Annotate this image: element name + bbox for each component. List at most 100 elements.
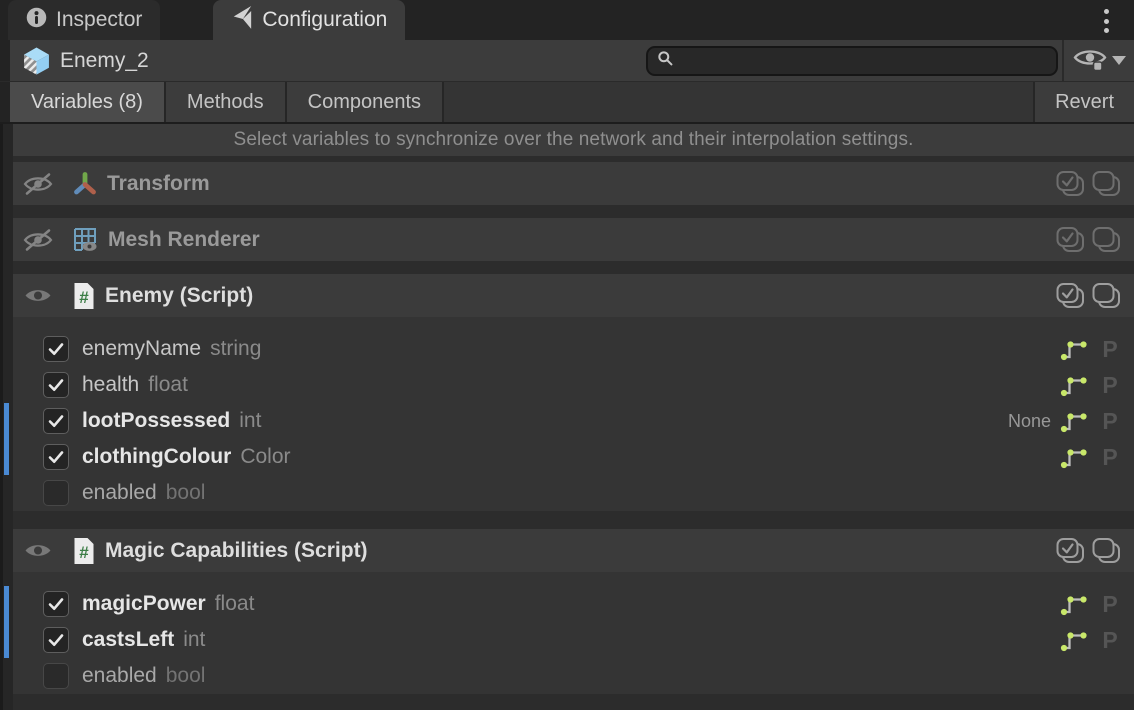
component-name: Enemy (Script) [105, 284, 253, 308]
tab-configuration[interactable]: Configuration [213, 0, 405, 40]
variable-name: clothingColour [82, 445, 231, 469]
variable-row-enabled: enabled bool [13, 475, 1134, 511]
variable-type: Color [240, 445, 290, 469]
tab-variables-label: Variables (8) [31, 91, 143, 114]
mesh-renderer-icon [72, 226, 99, 253]
sync-graph-icon[interactable] [1060, 592, 1088, 616]
variable-checkbox[interactable] [43, 444, 69, 470]
tab-components[interactable]: Components [287, 82, 444, 122]
toolbar: Variables (8) Methods Components Revert [0, 82, 1134, 124]
deselect-all-checkbox-icon[interactable] [1091, 226, 1122, 254]
prefab-cube-icon [22, 47, 51, 75]
variable-type: float [148, 373, 188, 397]
component-name: Mesh Renderer [108, 228, 260, 252]
tab-variables[interactable]: Variables (8) [10, 82, 166, 122]
variable-checkbox[interactable] [43, 591, 69, 617]
variable-type: bool [166, 664, 206, 688]
deselect-all-checkbox-icon[interactable] [1091, 282, 1122, 310]
caret-down-icon [1112, 56, 1126, 65]
variable-row-enemyname: enemyNamestringP [13, 331, 1134, 367]
component-header-actions [1055, 226, 1122, 254]
variable-type: string [210, 337, 261, 361]
deselect-all-checkbox-icon[interactable] [1091, 537, 1122, 565]
variable-row-clothingcolour: clothingColour Color P [13, 439, 1134, 475]
variable-checkbox[interactable] [43, 663, 69, 689]
eye-off-icon[interactable] [21, 172, 55, 196]
selection-indicator-bar [4, 439, 9, 475]
variable-type: float [215, 592, 255, 616]
interpolation-value-label[interactable]: None [1008, 411, 1051, 432]
variable-name: lootPossessed [82, 409, 230, 433]
selection-indicator-bar [4, 586, 9, 622]
selection-indicator-bar [4, 403, 9, 439]
prediction-toggle[interactable]: P [1100, 336, 1120, 363]
kebab-menu-icon[interactable] [1096, 8, 1116, 34]
sync-graph-icon[interactable] [1060, 445, 1088, 469]
component-name: Magic Capabilities (Script) [105, 539, 368, 563]
prediction-toggle[interactable]: P [1100, 591, 1120, 618]
revert-button[interactable]: Revert [1033, 82, 1134, 122]
variable-row-lootpossessed: lootPossessed int None P [13, 403, 1134, 439]
window-tab-bar: Inspector Configuration [0, 0, 1134, 40]
variable-row-controls: P [1060, 372, 1120, 399]
visibility-dropdown[interactable] [1062, 40, 1134, 81]
variable-type: bool [166, 481, 206, 505]
eye-open-icon[interactable] [21, 284, 55, 307]
variable-row-enabled: enabled bool [13, 658, 1134, 694]
eye-off-icon[interactable] [21, 228, 55, 252]
hint-bar: Select variables to synchronize over the… [13, 124, 1134, 156]
variable-row-controls: P [1060, 627, 1120, 654]
tab-configuration-label: Configuration [262, 8, 387, 32]
revert-button-label: Revert [1055, 91, 1114, 114]
sync-graph-icon[interactable] [1060, 373, 1088, 397]
csharp-script-icon: # [72, 537, 96, 565]
component-header-actions [1055, 170, 1122, 198]
eye-visibility-icon [1073, 45, 1107, 77]
prediction-toggle[interactable]: P [1100, 408, 1120, 435]
search-input[interactable] [680, 51, 1040, 71]
search-box[interactable] [646, 46, 1058, 76]
sync-graph-icon[interactable] [1060, 628, 1088, 652]
select-all-checkbox-icon[interactable] [1055, 537, 1086, 565]
object-name: Enemy_2 [60, 49, 149, 73]
section-gap [13, 205, 1134, 218]
hint-text: Select variables to synchronize over the… [234, 129, 914, 151]
sync-graph-icon[interactable] [1060, 337, 1088, 361]
component-header-enemy-script: # Enemy (Script) [13, 274, 1134, 317]
tab-inspector[interactable]: Inspector [8, 0, 160, 40]
variable-checkbox[interactable] [43, 627, 69, 653]
variable-checkbox[interactable] [43, 336, 69, 362]
eye-open-icon[interactable] [21, 539, 55, 562]
select-all-checkbox-icon[interactable] [1055, 226, 1086, 254]
tab-components-label: Components [308, 91, 421, 114]
select-all-checkbox-icon[interactable] [1055, 282, 1086, 310]
transform-icon [72, 171, 98, 197]
svg-text:#: # [79, 543, 89, 562]
configuration-window: Inspector Configuration Enemy_2 [0, 0, 1134, 710]
variable-type: int [183, 628, 205, 652]
prediction-toggle[interactable]: P [1100, 627, 1120, 654]
variable-checkbox[interactable] [43, 480, 69, 506]
sync-graph-icon[interactable] [1060, 409, 1088, 433]
variable-row-controls: None P [1008, 408, 1120, 435]
tab-methods[interactable]: Methods [166, 82, 287, 122]
svg-text:#: # [79, 288, 89, 307]
variable-checkbox[interactable] [43, 372, 69, 398]
variable-name: magicPower [82, 592, 206, 616]
variable-name: enabled [82, 481, 157, 505]
variable-name: castsLeft [82, 628, 174, 652]
variable-checkbox[interactable] [43, 408, 69, 434]
select-all-checkbox-icon[interactable] [1055, 170, 1086, 198]
section-gap [13, 261, 1134, 274]
prediction-toggle[interactable]: P [1100, 444, 1120, 471]
csharp-script-icon: # [72, 282, 96, 310]
variable-type: int [239, 409, 261, 433]
variable-row-magicpower: magicPower float P [13, 586, 1134, 622]
prediction-toggle[interactable]: P [1100, 372, 1120, 399]
variable-name: enabled [82, 664, 157, 688]
tab-methods-label: Methods [187, 91, 264, 114]
deselect-all-checkbox-icon[interactable] [1091, 170, 1122, 198]
toolbar-spacer [444, 82, 1033, 122]
info-icon [26, 7, 47, 34]
component-header-actions [1055, 537, 1122, 565]
